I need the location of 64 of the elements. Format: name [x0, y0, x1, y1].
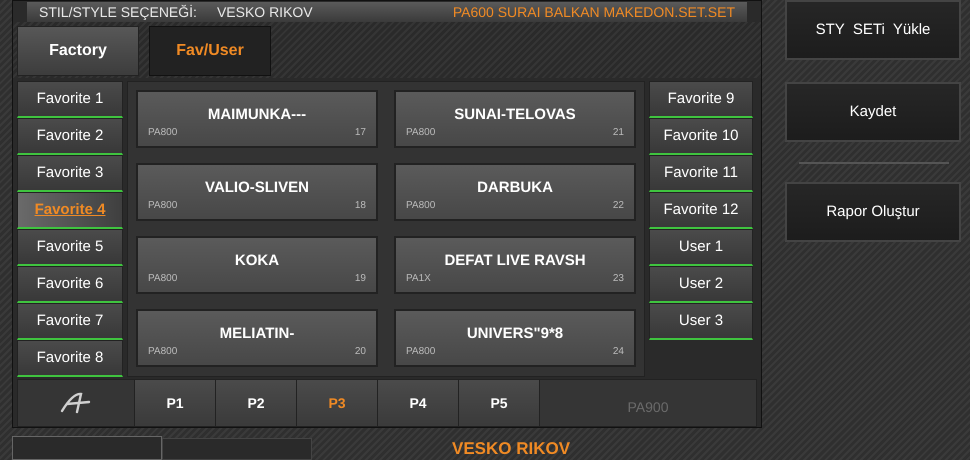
bank-button[interactable]: Favorite 9 — [649, 81, 753, 118]
bank-button[interactable]: Favorite 8 — [17, 340, 123, 377]
action-button[interactable]: STY SETi Yükle — [785, 0, 961, 60]
bank-button[interactable]: Favorite 10 — [649, 118, 753, 155]
style-slot[interactable]: SUNAI-TELOVAS PA800 21 — [394, 90, 636, 148]
slot-number: 18 — [354, 200, 366, 212]
set-name: PA600 SURAI BALKAN MAKEDON.SET.SET — [452, 2, 735, 22]
slot-number: 23 — [612, 273, 624, 285]
slot-number: 22 — [612, 200, 624, 212]
style-slot[interactable]: DARBUKA PA800 22 — [394, 163, 636, 221]
style-name: VALIO-SLIVEN — [204, 179, 310, 197]
action-button[interactable]: Rapor Oluştur — [785, 182, 961, 242]
model-tag: PA800 — [406, 127, 436, 139]
model-tag: PA800 — [406, 346, 436, 358]
tab[interactable]: Fav/User — [149, 26, 271, 76]
style-name: UNIVERS"9*8 — [466, 325, 564, 343]
model-tag: PA1X — [406, 273, 431, 285]
style-name-heading: VESKO RIKOV — [452, 440, 570, 458]
style-slot[interactable]: DEFAT LIVE RAVSH PA1X 23 — [394, 236, 636, 294]
bank-button[interactable]: Favorite 4 — [17, 192, 123, 229]
bank-button[interactable]: Favorite 5 — [17, 229, 123, 266]
bank-button[interactable]: Favorite 6 — [17, 266, 123, 303]
slot-number: 19 — [354, 273, 366, 285]
model-tag: PA800 — [406, 200, 436, 212]
bank-button[interactable]: Favorite 11 — [649, 155, 753, 192]
model-tag: PA800 — [148, 273, 178, 285]
action-button[interactable]: Kaydet — [785, 82, 961, 142]
bottom-tab[interactable] — [12, 436, 162, 460]
bank-button[interactable]: Favorite 12 — [649, 192, 753, 229]
page-tab[interactable]: P1 — [135, 380, 216, 426]
style-slot[interactable]: UNIVERS"9*8 PA800 24 — [394, 309, 636, 367]
bank-button[interactable]: User 2 — [649, 266, 753, 303]
page-tab[interactable]: P3 — [297, 380, 378, 426]
style-name: DARBUKA — [476, 179, 554, 197]
style-name: VESKO RIKOV — [216, 2, 313, 22]
style-name: MELIATIN- — [218, 325, 296, 343]
bank-button[interactable]: Favorite 3 — [17, 155, 123, 192]
model-tag: PA800 — [148, 346, 178, 358]
page-tab[interactable]: P5 — [459, 380, 540, 426]
bottom-tab[interactable] — [162, 438, 312, 460]
model-tag: PA800 — [148, 127, 178, 139]
style-slot[interactable]: VALIO-SLIVEN PA800 18 — [136, 163, 378, 221]
bank-button[interactable]: User 1 — [649, 229, 753, 266]
slot-number: 17 — [354, 127, 366, 139]
slot-number: 21 — [612, 127, 624, 139]
slot-number: 20 — [354, 346, 366, 358]
tab[interactable]: Factory — [17, 26, 139, 76]
page-tab[interactable]: P2 — [216, 380, 297, 426]
bank-button[interactable]: Favorite 2 — [17, 118, 123, 155]
style-slot[interactable]: KOKA PA800 19 — [136, 236, 378, 294]
style-name: DEFAT LIVE RAVSH — [443, 252, 587, 270]
style-name: KOKA — [234, 252, 280, 270]
style-name: MAIMUNKA--- — [206, 106, 308, 124]
page-tab[interactable]: P4 — [378, 380, 459, 426]
bank-button[interactable]: Favorite 1 — [17, 81, 123, 118]
style-slot[interactable]: MAIMUNKA--- PA800 17 — [136, 90, 378, 148]
script-a-icon — [59, 391, 93, 415]
bank-button[interactable]: Favorite 7 — [17, 303, 123, 340]
style-label: STIL/STYLE SEÇENEĞİ: — [39, 2, 197, 22]
style-name: SUNAI-TELOVAS — [453, 106, 577, 124]
bank-button[interactable]: User 3 — [649, 303, 753, 340]
style-slot[interactable]: MELIATIN- PA800 20 — [136, 309, 378, 367]
model-tag: PA800 — [148, 200, 178, 212]
slot-number: 24 — [612, 346, 624, 358]
